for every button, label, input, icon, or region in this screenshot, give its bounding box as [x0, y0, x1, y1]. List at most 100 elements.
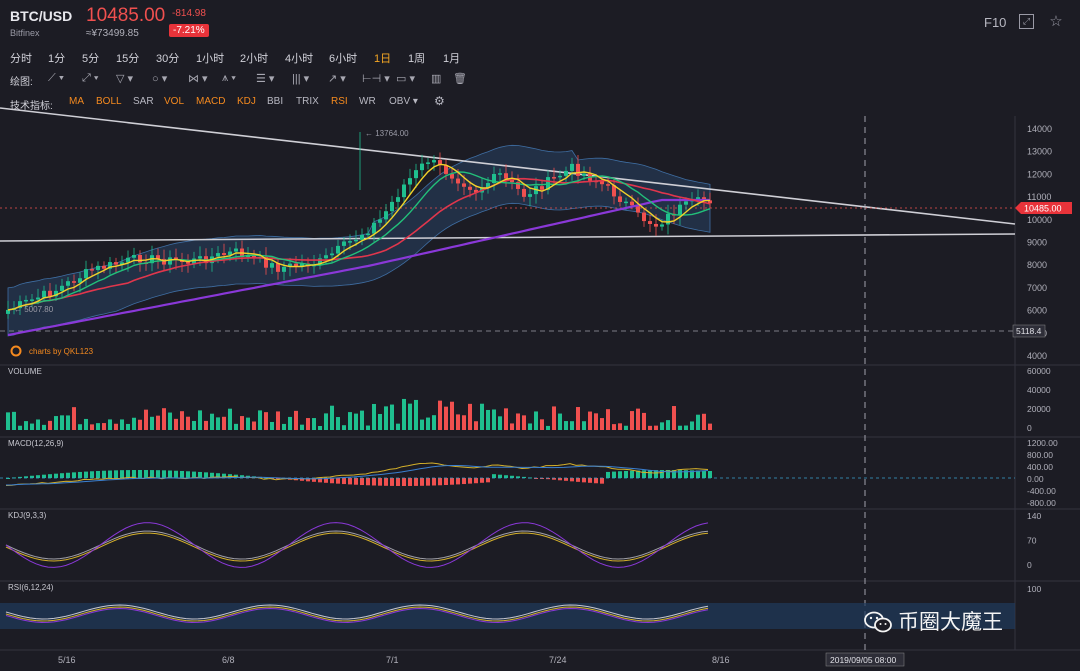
tf-6h[interactable]: 6小时 [329, 50, 357, 66]
tf-1d[interactable]: 1日 [374, 50, 391, 66]
ind-vol[interactable]: VOL [164, 96, 184, 107]
candle [534, 186, 538, 195]
macd-tick-label: 0.00 [1027, 474, 1044, 484]
macd-bar [36, 475, 40, 478]
volume-bar [288, 416, 292, 430]
candle [660, 224, 664, 227]
volume-bar [174, 418, 178, 430]
tf-4h[interactable]: 4小时 [285, 50, 313, 66]
tf-1mo[interactable]: 1月 [443, 50, 460, 66]
candle [402, 184, 406, 198]
crosshair-price-text: 5118.4 [1016, 326, 1042, 336]
resistance-line[interactable] [0, 107, 1016, 225]
macd-bar [630, 470, 634, 478]
arrow-tool-icon[interactable]: ↗ ▾ [328, 72, 346, 85]
volume-bar [270, 421, 274, 430]
ind-sar[interactable]: SAR [133, 96, 154, 107]
ind-ma[interactable]: MA [69, 96, 84, 107]
macd-bar [120, 470, 124, 478]
ind-boll[interactable]: BOLL [96, 96, 122, 107]
support-line[interactable] [0, 233, 1016, 242]
volume-bar [444, 406, 448, 430]
note-tool-icon[interactable]: ▭ ▾ [396, 72, 415, 85]
shape-tool-icon[interactable]: ○ ▾ [152, 72, 167, 85]
macd-bar [606, 471, 610, 478]
measure-tool-icon[interactable]: ⊢⊣ ▾ [362, 72, 390, 85]
watermark-text: 币圈大魔王 [898, 611, 1003, 634]
bars-tool-icon[interactable]: ▥ [431, 72, 441, 85]
macd-bar [108, 470, 112, 478]
channel-tool-icon[interactable]: ▽ ▾ [116, 72, 133, 85]
candle [462, 183, 466, 187]
volume-bar [234, 423, 238, 430]
fib-tool-icon[interactable]: ☰ ▾ [256, 72, 274, 85]
volume-bar [462, 415, 466, 430]
candle [672, 213, 676, 216]
volume-bar [570, 421, 574, 430]
volume-bar [96, 423, 100, 430]
indicator-label: 技术指标: [10, 101, 53, 112]
ind-macd[interactable]: MACD [196, 96, 225, 107]
star-icon[interactable]: ☆ [1048, 14, 1064, 30]
ray-tool-icon[interactable]: ⤢ ▾ [82, 72, 98, 85]
macd-bar [438, 478, 442, 486]
ma-fast-line [7, 163, 711, 311]
settings-gear-icon[interactable]: ⚙ [434, 94, 445, 108]
ind-trix[interactable]: TRIX [296, 96, 319, 107]
f10-button[interactable]: F10 [984, 15, 1006, 30]
macd-bar [90, 471, 94, 478]
tf-1m[interactable]: 1分 [48, 50, 65, 66]
candle [138, 255, 142, 263]
price-tag-text: 10485.00 [1024, 204, 1062, 214]
pattern-tool-icon[interactable]: ⋈ ▾ [188, 72, 208, 85]
ind-wr[interactable]: WR [359, 96, 376, 107]
y-tick-label: 8000 [1027, 260, 1047, 270]
volume-bar [378, 413, 382, 430]
volume-bar [582, 421, 586, 430]
candle [108, 262, 112, 269]
tf-2h[interactable]: 2小时 [240, 50, 268, 66]
tf-1h[interactable]: 1小时 [196, 50, 224, 66]
ind-obv[interactable]: OBV ▾ [389, 96, 418, 107]
candle [360, 234, 364, 240]
candle [564, 170, 568, 176]
tf-5m[interactable]: 5分 [82, 50, 99, 66]
candle [342, 241, 346, 246]
candle [558, 175, 562, 178]
candle [126, 257, 130, 263]
tf-15m[interactable]: 15分 [116, 50, 139, 66]
tf-1w[interactable]: 1周 [408, 50, 425, 66]
candle [12, 308, 16, 310]
candle [306, 263, 310, 267]
candle [300, 263, 304, 267]
volume-bar [318, 425, 322, 430]
chart-canvas: ← 13764.00 ← 5007.80 charts by QKL123 14… [0, 107, 1080, 667]
macd-bar [456, 478, 460, 485]
macd-bar [198, 471, 202, 478]
candle [192, 258, 196, 264]
volume-bar [84, 418, 88, 430]
gann-tool-icon[interactable]: ||| ▾ [292, 72, 309, 85]
volume-bar [258, 410, 262, 430]
symbol[interactable]: BTC/USD [10, 8, 72, 24]
ind-rsi[interactable]: RSI [331, 96, 348, 107]
trash-icon[interactable]: 🗑 [453, 72, 467, 85]
candle [222, 253, 226, 255]
fullscreen-icon[interactable]: ⤢ [1019, 14, 1034, 29]
volume-bar [384, 406, 388, 430]
kdj-tick-label: 70 [1027, 536, 1037, 546]
trendline-tool-icon[interactable]: ⟋ ▾ [48, 72, 64, 85]
wave-tool-icon[interactable]: ⩚ ▾ [222, 72, 236, 85]
volume-bar [192, 420, 196, 430]
macd-bar [330, 478, 334, 484]
macd-bar [294, 478, 298, 481]
ind-bbi[interactable]: BBI [267, 96, 283, 107]
volume-bar [90, 424, 94, 430]
volume-bar [402, 398, 406, 430]
tf-fenshi[interactable]: 分时 [10, 50, 32, 66]
ind-kdj[interactable]: KDJ [237, 96, 256, 107]
tf-30m[interactable]: 30分 [156, 50, 179, 66]
macd-bar [486, 478, 490, 483]
macd-bar [318, 478, 322, 483]
rsi-band [0, 603, 1015, 629]
